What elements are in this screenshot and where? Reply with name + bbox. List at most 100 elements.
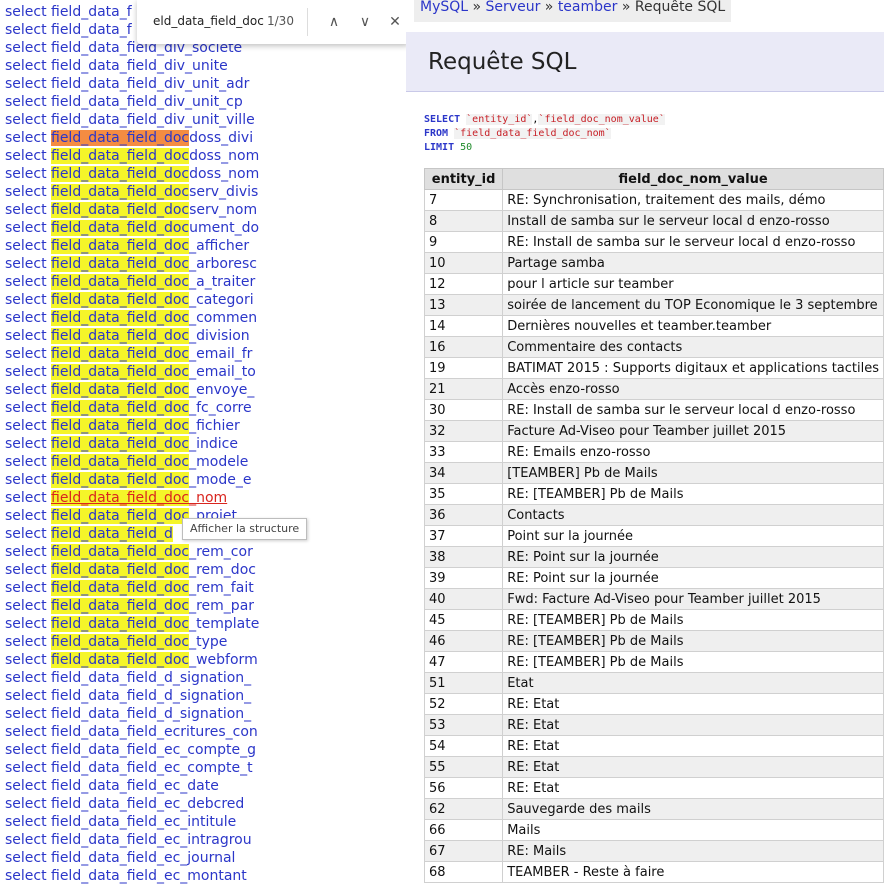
close-icon[interactable]: ✕ [383,10,406,34]
select-link[interactable]: select [5,148,47,164]
select-link[interactable]: select [5,184,47,200]
select-link[interactable]: select [5,400,47,416]
select-link[interactable]: select [5,310,47,326]
table-name-link[interactable]: field_data_field_doc_mode_e [51,471,269,489]
table-name-link[interactable]: field_data_field_div_unite [51,57,269,75]
select-link[interactable]: select [5,274,47,290]
select-link[interactable]: select [5,40,47,56]
select-link[interactable]: select [5,256,47,272]
table-name-link[interactable]: field_data_field_doc_fichier [51,417,269,435]
breadcrumb-server-link[interactable]: Serveur [486,0,541,15]
table-name-link[interactable]: field_data_field_doc_afficher [51,237,269,255]
select-link[interactable]: select [5,832,47,848]
select-link[interactable]: select [5,22,47,38]
select-link[interactable]: select [5,652,47,668]
select-link[interactable]: select [5,364,47,380]
breadcrumb-mysql-link[interactable]: MySQL [420,0,468,15]
select-link[interactable]: select [5,346,47,362]
table-name-link[interactable]: field_data_field_doc_modele [51,453,269,471]
select-link[interactable]: select [5,508,47,524]
select-link[interactable]: select [5,238,47,254]
select-link[interactable]: select [5,292,47,308]
find-query-input[interactable]: eld_data_field_doc [153,14,264,28]
select-link[interactable]: select [5,166,47,182]
table-name-link[interactable]: field_data_field_doc_rem_cor [51,543,269,561]
select-link[interactable]: select [5,436,47,452]
table-name-link[interactable]: field_data_field_d_signation_ [51,687,269,705]
select-link[interactable]: select [5,850,47,866]
table-name-link[interactable]: field_data_field_doc_a_traiter [51,273,269,291]
table-name-link[interactable]: field_data_field_ecritures_con [51,723,269,741]
table-name-link[interactable]: field_data_field_ec_debcred [51,795,269,813]
table-name-link[interactable]: field_data_field_doc_webform [51,651,269,669]
table-name-link[interactable]: field_data_field_ec_journal [51,849,269,867]
table-name-link[interactable]: field_data_field_ec_intitule [51,813,269,831]
select-link[interactable]: select [5,76,47,92]
select-link[interactable]: select [5,598,47,614]
select-link[interactable]: select [5,454,47,470]
table-name-link[interactable]: field_data_field_ec_intragrou [51,831,269,849]
select-link[interactable]: select [5,760,47,776]
select-link[interactable]: select [5,328,47,344]
table-name-link[interactable]: field_data_field_docdoss_nom [51,165,269,183]
select-link[interactable]: select [5,796,47,812]
select-link[interactable]: select [5,868,47,884]
table-name-link[interactable]: field_data_field_doc_envoye_ [51,381,269,399]
table-name-link[interactable]: field_data_field_doc_commen [51,309,269,327]
select-link[interactable]: select [5,382,47,398]
table-name-link[interactable]: field_data_field_doc_rem_par [51,597,269,615]
table-name-link[interactable]: field_data_field_docdoss_nom [51,147,269,165]
table-name-link[interactable]: field_data_field_doc_division [51,327,269,345]
select-link[interactable]: select [5,814,47,830]
table-name-link[interactable]: field_data_field_document_do [51,219,269,237]
table-name-link[interactable]: field_data_field_doc_rem_fait [51,579,269,597]
table-name-link[interactable]: field_data_field_doc_indice [51,435,269,453]
table-name-link[interactable]: field_data_field_div_unit_cp [51,93,269,111]
select-link[interactable]: select [5,562,47,578]
select-link[interactable]: select [5,526,47,542]
table-name-link[interactable]: field_data_field_ec_compte_t [51,759,269,777]
select-link[interactable]: select [5,742,47,758]
table-name-link[interactable]: field_data_field_div_unit_adr [51,75,269,93]
table-name-link[interactable]: field_data_field_doc_email_fr [51,345,269,363]
chevron-up-icon[interactable]: ∧ [322,10,346,34]
select-link[interactable]: select [5,544,47,560]
table-name-link[interactable]: field_data_field_doc_nom [51,489,269,507]
select-link[interactable]: select [5,58,47,74]
select-link[interactable]: select [5,688,47,704]
select-link[interactable]: select [5,706,47,722]
table-name-link[interactable]: field_data_field_docserv_nom [51,201,269,219]
table-name-link[interactable]: field_data_field_doc_arboresc [51,255,269,273]
select-link[interactable]: select [5,202,47,218]
table-name-link[interactable]: field_data_field_doc_rem_doc [51,561,269,579]
select-link[interactable]: select [5,112,47,128]
select-link[interactable]: select [5,724,47,740]
select-link[interactable]: select [5,4,47,20]
select-link[interactable]: select [5,472,47,488]
table-name-link[interactable]: field_data_field_ec_montant [51,867,269,884]
breadcrumb-database-link[interactable]: teamber [558,0,618,15]
table-name-link[interactable]: field_data_field_docdoss_divi [51,129,269,147]
select-link[interactable]: select [5,778,47,794]
table-name-link[interactable]: field_data_field_doc_template [51,615,269,633]
table-name-link[interactable]: field_data_field_docserv_divis [51,183,269,201]
chevron-down-icon[interactable]: ∨ [353,10,377,34]
table-name-link[interactable]: field_data_field_doc_email_to [51,363,269,381]
select-link[interactable]: select [5,94,47,110]
column-header-field-doc-nom-value[interactable]: field_doc_nom_value [502,168,884,190]
table-name-link[interactable]: field_data_field_d_signation_ [51,705,269,723]
column-header-entity-id[interactable]: entity_id [423,168,504,190]
select-link[interactable]: select [5,616,47,632]
table-name-link[interactable]: field_data_field_d_signation_ [51,669,269,687]
table-name-link[interactable]: field_data_field_doc_fc_corre [51,399,269,417]
table-name-link[interactable]: field_data_field_doc_type [51,633,269,651]
table-name-link[interactable]: field_data_field_ec_compte_g [51,741,269,759]
table-name-link[interactable]: field_data_field_ec_date [51,777,269,795]
select-link[interactable]: select [5,634,47,650]
select-link[interactable]: select [5,580,47,596]
select-link[interactable]: select [5,220,47,236]
select-link[interactable]: select [5,670,47,686]
table-name-link[interactable]: field_data_field_div_unit_ville [51,111,269,129]
select-link[interactable]: select [5,418,47,434]
select-link[interactable]: select [5,490,47,506]
